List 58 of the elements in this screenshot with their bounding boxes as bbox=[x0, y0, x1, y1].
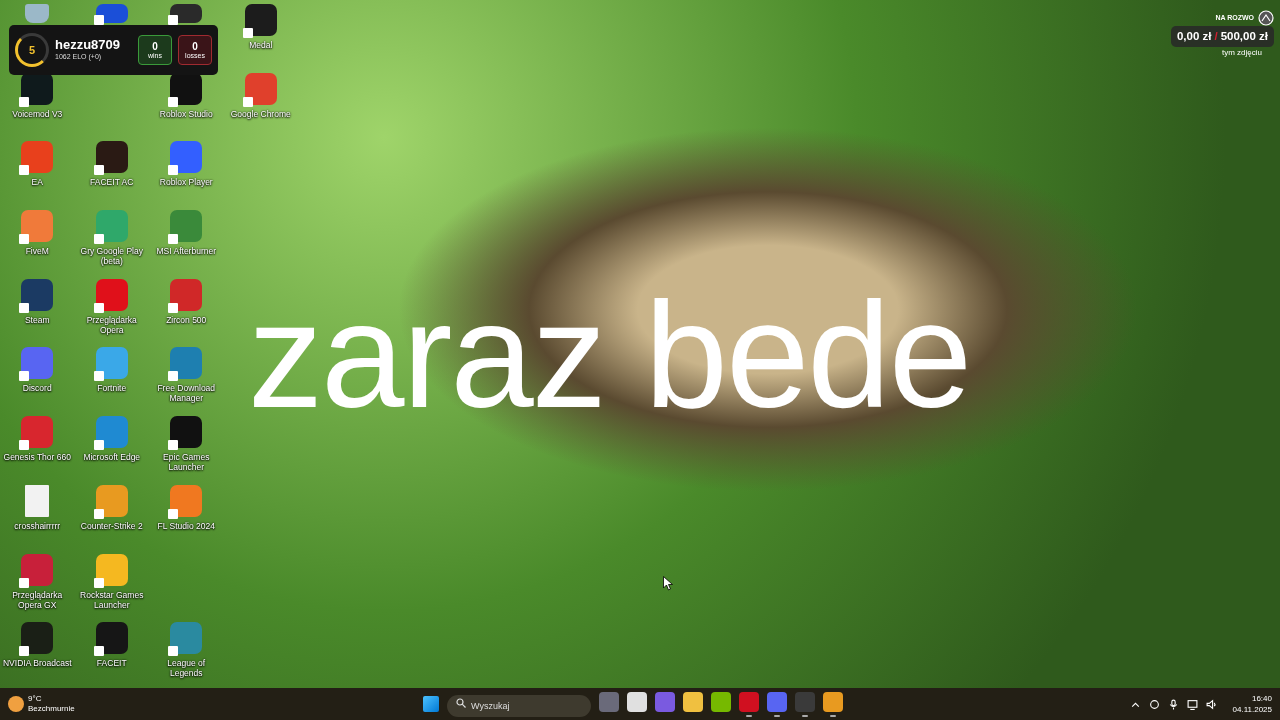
username: hezzu8709 bbox=[55, 37, 122, 52]
icon-label[interactable]: Microsoft Edge bbox=[75, 452, 148, 463]
temperature[interactable]: 9°C bbox=[28, 694, 75, 704]
caption-text: zaraz bede bbox=[248, 280, 971, 430]
app-icon[interactable] bbox=[170, 4, 203, 23]
icon-label[interactable]: MSI Afterburner bbox=[150, 246, 223, 257]
app-icon[interactable] bbox=[244, 4, 277, 36]
clock-time[interactable]: 16:40 bbox=[1232, 693, 1272, 704]
app-icon[interactable] bbox=[95, 622, 128, 655]
icon-label[interactable]: Rockstar Games Launcher bbox=[75, 589, 148, 610]
app-icon[interactable] bbox=[21, 553, 54, 586]
icon-label[interactable]: Przeglądarka Opera bbox=[75, 314, 148, 335]
weather-condition[interactable]: Bezchmurnie bbox=[28, 704, 75, 714]
icon-label[interactable]: Zircon 500 bbox=[150, 314, 223, 325]
icon-label[interactable]: Fortnite bbox=[75, 383, 148, 394]
icon-label[interactable]: League of Legends bbox=[150, 658, 223, 679]
icon-label[interactable]: NVIDIA Broadcast bbox=[1, 658, 74, 669]
app-icon[interactable] bbox=[21, 622, 54, 655]
app-icon[interactable] bbox=[170, 416, 203, 449]
start-icon[interactable] bbox=[423, 696, 439, 712]
goal-note: tym zdjęciu bbox=[1222, 47, 1262, 60]
icon-label[interactable]: crosshairrrrr bbox=[1, 520, 74, 531]
icon-label[interactable]: Voicemod V3 bbox=[1, 108, 74, 119]
level-indicator: 5 bbox=[15, 33, 49, 67]
icon-label[interactable]: FACEIT bbox=[75, 658, 148, 669]
icon-label[interactable]: Free Download Manager bbox=[150, 383, 223, 404]
taskbar-app-icon[interactable] bbox=[683, 691, 703, 712]
icon-label[interactable]: Steam bbox=[1, 314, 74, 325]
icon-label[interactable]: Discord bbox=[1, 383, 74, 394]
icon-label[interactable]: Medal bbox=[224, 40, 297, 50]
icon-label[interactable]: FL Studio 2024 bbox=[150, 520, 223, 531]
app-icon[interactable] bbox=[95, 141, 128, 174]
taskbar-app-icon[interactable] bbox=[711, 691, 731, 712]
search-field[interactable]: Wyszukaj bbox=[447, 694, 591, 717]
app-icon[interactable] bbox=[95, 4, 128, 23]
clock-date[interactable]: 04.11.2025 bbox=[1232, 704, 1272, 715]
icon-label[interactable]: FACEIT AC bbox=[75, 177, 148, 188]
icon-label[interactable]: Roblox Studio bbox=[150, 108, 223, 119]
icon-label[interactable]: Epic Games Launcher bbox=[150, 452, 223, 473]
icon-label[interactable]: Counter-Strike 2 bbox=[75, 520, 148, 531]
icon-label[interactable]: FiveM bbox=[1, 246, 74, 257]
icon-label[interactable]: Genesis Thor 660 bbox=[1, 452, 74, 463]
microphone-icon[interactable] bbox=[1167, 698, 1179, 710]
app-icon[interactable] bbox=[21, 278, 54, 311]
icon-label[interactable]: Gry Google Play (beta) bbox=[75, 246, 148, 267]
icon-label[interactable]: Google Chrome bbox=[224, 108, 297, 119]
weather-icon[interactable] bbox=[8, 696, 24, 712]
icon-label[interactable]: Roblox Player bbox=[150, 177, 223, 188]
mouse-cursor-icon bbox=[663, 576, 673, 591]
taskbar-app-icon[interactable] bbox=[627, 691, 647, 712]
display-icon[interactable] bbox=[1186, 698, 1198, 710]
volume-icon[interactable] bbox=[1205, 698, 1217, 710]
goal-bar: 0,00 zł / 500,00 zł bbox=[1170, 26, 1274, 48]
document-icon[interactable] bbox=[25, 484, 50, 517]
taskbar-app-icon[interactable] bbox=[823, 691, 843, 712]
badge-icon bbox=[1258, 10, 1274, 26]
icon-label[interactable]: Przeglądarka Opera GX bbox=[1, 589, 74, 610]
icon-label[interactable]: EA bbox=[1, 177, 74, 188]
